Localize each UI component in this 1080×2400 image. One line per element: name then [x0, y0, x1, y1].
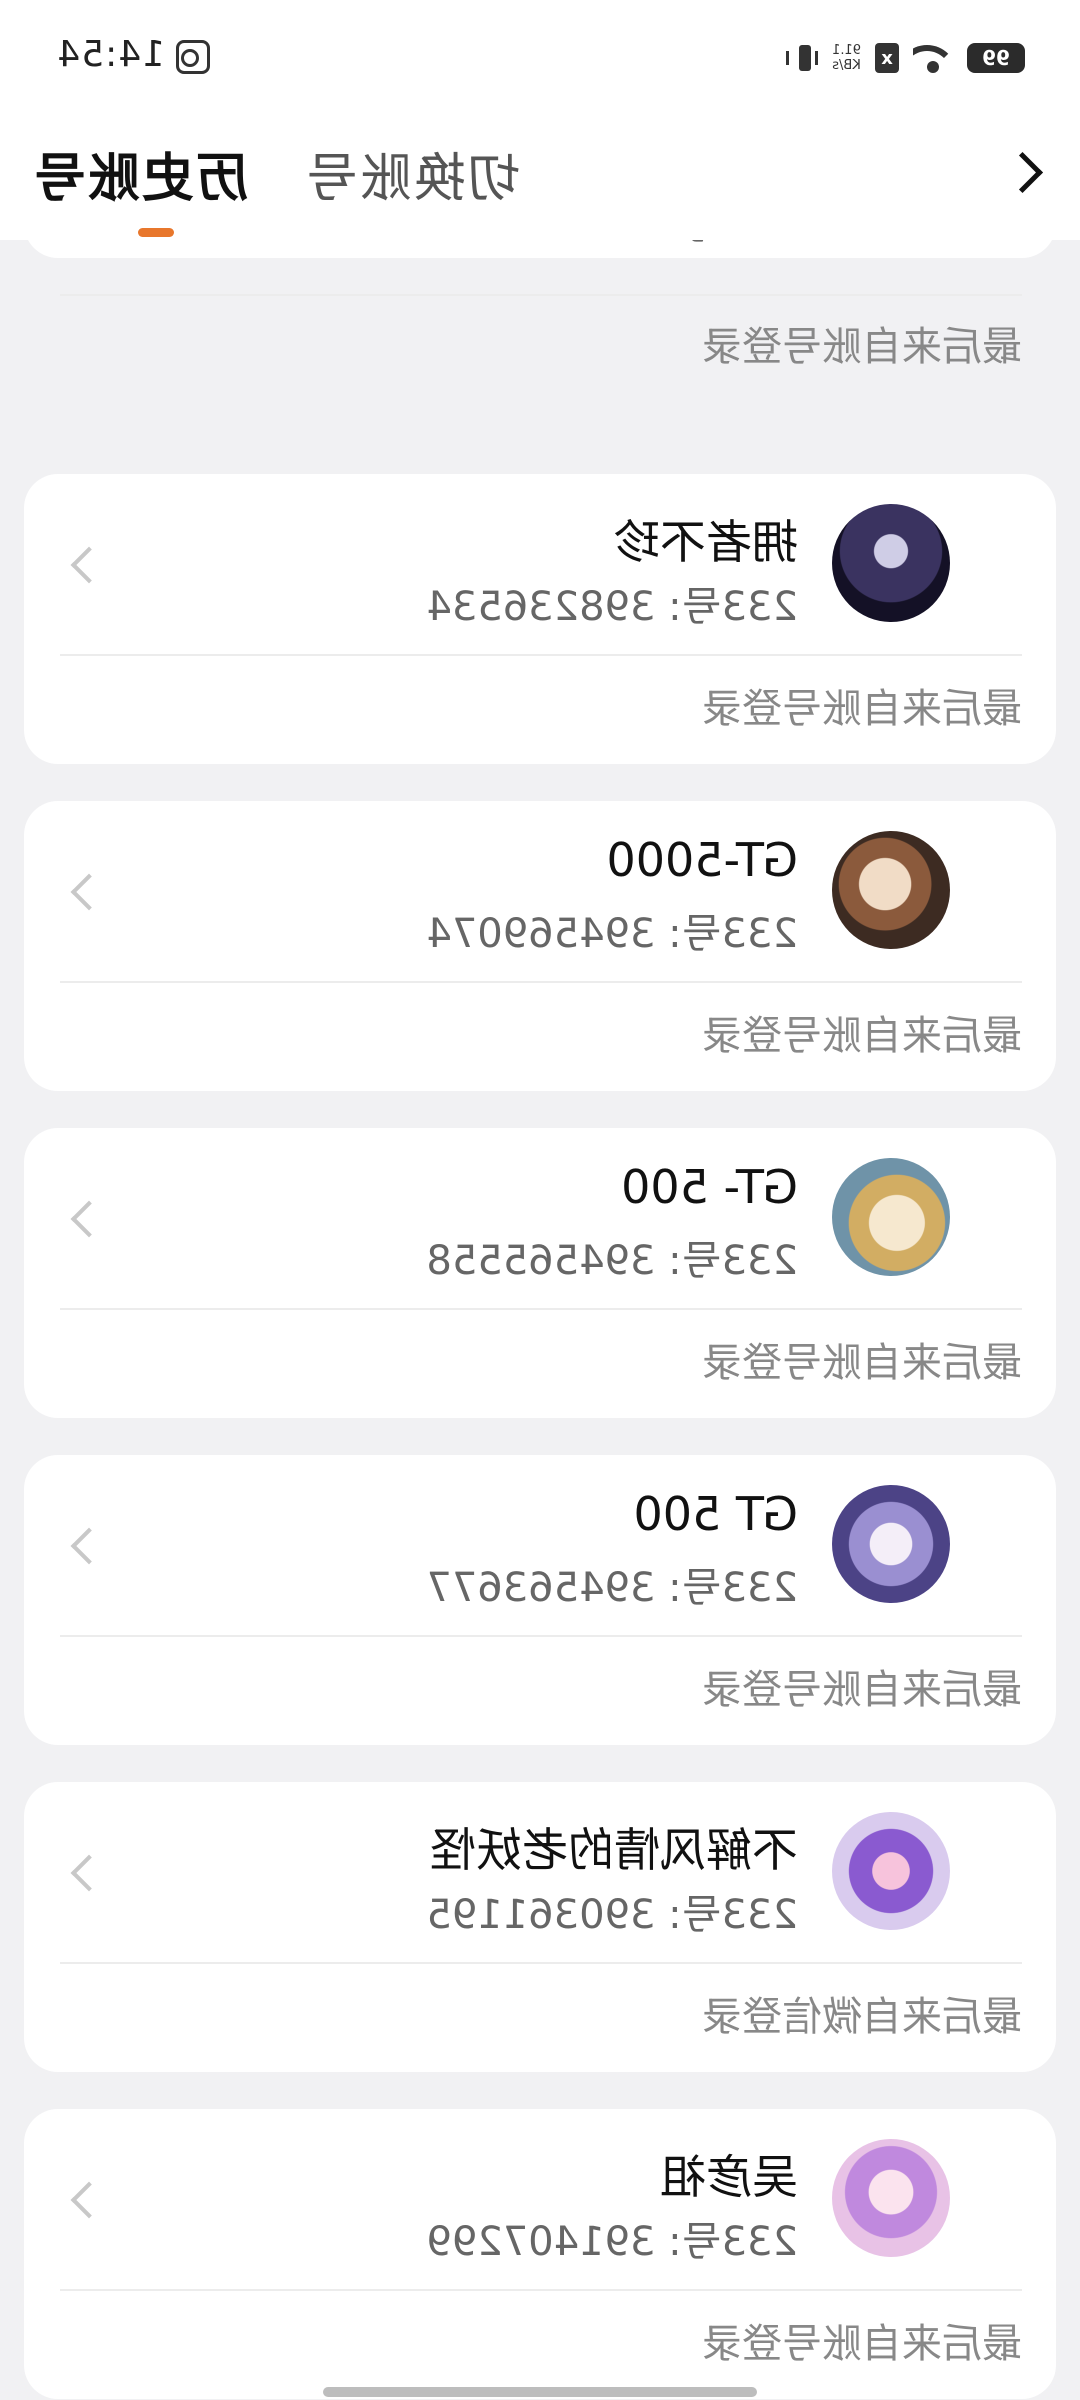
login-source: 最后来自账号登录	[702, 1667, 1022, 1713]
network-speed-unit: KB/s	[832, 58, 861, 73]
tab-history-account[interactable]: 历史账号	[32, 136, 248, 211]
account-nickname: GT-5000	[606, 833, 798, 887]
network-speed-value: 91.1	[832, 43, 861, 58]
status-indicators: 99 x 91.1 KB/s	[792, 36, 1025, 80]
account-uid: 233号: 391407299	[426, 2219, 798, 2265]
account-card[interactable]: GT-5000 233号: 394569074 最后来自账号登录	[24, 801, 1056, 1091]
avatar	[832, 1485, 950, 1603]
network-speed: 91.1 KB/s	[832, 43, 861, 73]
status-time: 14:54	[56, 34, 165, 75]
login-source: 最后来自账号登录	[702, 2321, 1022, 2367]
avatar	[832, 831, 950, 949]
account-card[interactable]: GT 500 233号: 394563677 最后来自账号登录	[24, 1455, 1056, 1745]
active-tab-indicator	[138, 228, 174, 237]
account-card[interactable]: 吴彦祖 233号: 391407299 最后来自账号登录	[24, 2109, 1056, 2399]
alarm-icon	[176, 40, 210, 74]
divider	[60, 981, 1022, 983]
tab-switch-account[interactable]: 切换账号	[304, 136, 520, 211]
account-card[interactable]: GT- 500 233号: 394565558 最后来自账号登录	[24, 1128, 1056, 1418]
chevron-right-icon	[68, 1525, 108, 1565]
account-uid: 233号: 394565558	[426, 1238, 798, 1284]
avatar	[832, 1812, 950, 1930]
divider	[60, 294, 1022, 296]
back-button[interactable]	[998, 140, 1058, 204]
login-source: 最后来自账号登录	[702, 686, 1022, 732]
chevron-right-icon	[68, 2179, 108, 2219]
chevron-right-icon	[68, 1198, 108, 1238]
account-nickname: 拥者不珍	[614, 515, 798, 569]
status-bar: 99 x 91.1 KB/s 14:54	[0, 0, 1080, 118]
home-indicator[interactable]	[323, 2387, 757, 2397]
login-source: 最后来自账号登录	[702, 1340, 1022, 1386]
account-nickname: 吴彦祖	[660, 2150, 798, 2204]
chevron-right-icon	[68, 871, 108, 911]
vibrate-icon	[792, 43, 818, 73]
divider	[60, 2289, 1022, 2291]
header: 切换账号 历史账号	[0, 118, 1080, 240]
account-nickname: 不解风情的老妖怪	[430, 1823, 798, 1877]
divider	[60, 1962, 1022, 1964]
account-card[interactable]: 不解风情的老妖怪 233号: 390361195 最后来自微信登录	[24, 1782, 1056, 2072]
account-uid: 233号: 390361195	[426, 1892, 798, 1938]
divider	[60, 654, 1022, 656]
divider	[60, 1635, 1022, 1637]
no-sim-icon: x	[875, 43, 899, 73]
battery-icon: 99	[967, 43, 1025, 73]
login-source: 最后来自账号登录	[702, 324, 1022, 370]
chevron-right-icon	[68, 1852, 108, 1892]
avatar	[832, 2139, 950, 2257]
login-source: 最后来自微信登录	[702, 1994, 1022, 2040]
avatar	[832, 504, 950, 622]
screen: 233号: 390420405 最后来自账号登录 拥者不珍 233号: 3982…	[0, 0, 1080, 2400]
wifi-icon	[913, 43, 953, 73]
avatar	[832, 1158, 950, 1276]
account-uid: 233号: 394563677	[426, 1565, 798, 1611]
chevron-right-icon	[68, 544, 108, 584]
account-uid: 233号: 394569074	[426, 911, 798, 957]
account-uid: 233号: 398236534	[426, 584, 798, 630]
login-source: 最后来自账号登录	[702, 1013, 1022, 1059]
account-card[interactable]: 拥者不珍 233号: 398236534 最后来自账号登录	[24, 474, 1056, 764]
account-nickname: GT 500	[633, 1487, 798, 1541]
account-nickname: GT- 500	[621, 1160, 798, 1214]
divider	[60, 1308, 1022, 1310]
